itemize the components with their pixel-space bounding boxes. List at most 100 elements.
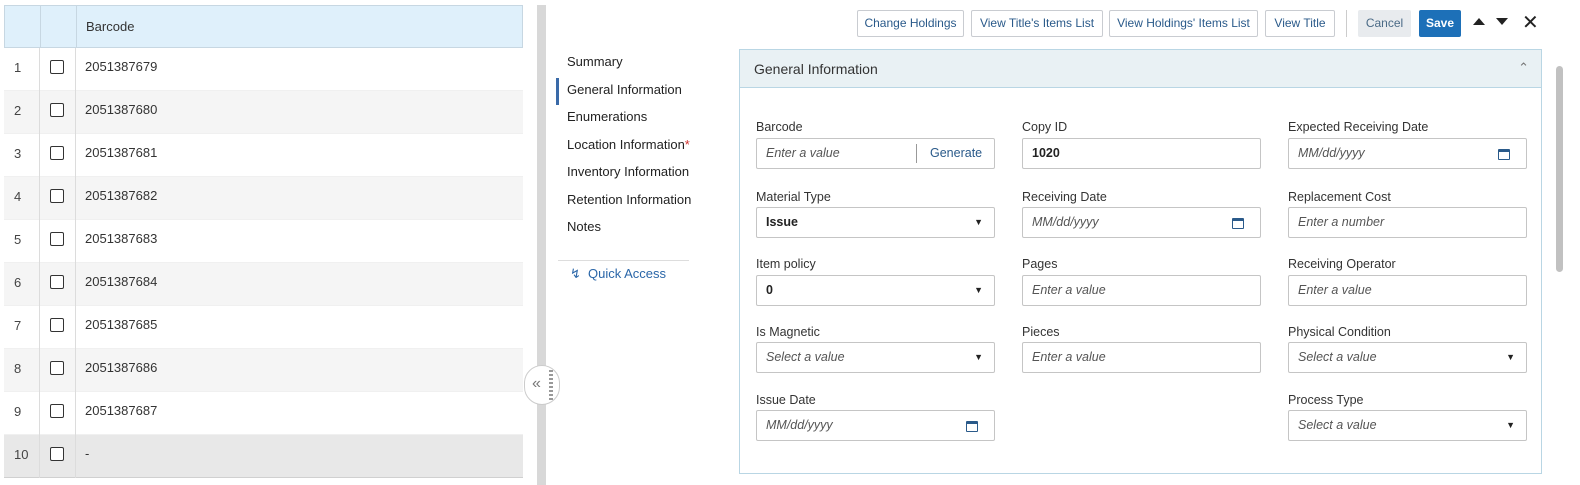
barcode-label: Barcode [756, 120, 803, 134]
material-type-label: Material Type [756, 190, 831, 204]
view-titles-items-list-button[interactable]: View Title's Items List [971, 10, 1103, 37]
nav-item-retention-information[interactable]: Retention Information [556, 188, 696, 216]
view-title-button[interactable]: View Title [1265, 10, 1335, 37]
issue-date-label: Issue Date [756, 393, 816, 407]
row-barcode[interactable]: 2051387681 [85, 134, 157, 172]
row-barcode[interactable]: 2051387685 [85, 306, 157, 344]
row-barcode[interactable]: 2051387680 [85, 91, 157, 129]
table-row[interactable]: 3 2051387681 [4, 134, 523, 177]
nav-item-inventory-information[interactable]: Inventory Information [556, 160, 696, 188]
row-checkbox[interactable] [50, 318, 64, 332]
calendar-icon[interactable] [966, 421, 978, 432]
chevron-up-icon[interactable]: ⌃ [1518, 60, 1529, 76]
row-barcode[interactable]: 2051387683 [85, 220, 157, 258]
table-row[interactable]: 9 2051387687 [4, 392, 523, 435]
row-index: 2 [4, 91, 40, 134]
row-checkbox[interactable] [50, 404, 64, 418]
barcode-column-header[interactable]: Barcode [77, 6, 522, 47]
row-index: 6 [4, 263, 40, 306]
header-select-cell [41, 6, 77, 47]
row-checkbox[interactable] [50, 103, 64, 117]
calendar-icon[interactable] [1232, 218, 1244, 229]
expected-receiving-date-input[interactable]: MM/dd/yyyy [1288, 138, 1527, 169]
nav-item-notes[interactable]: Notes [556, 215, 696, 243]
row-barcode[interactable]: 2051387679 [85, 48, 157, 86]
nav-item-summary[interactable]: Summary [556, 50, 696, 78]
nav-item-general-information[interactable]: General Information [556, 77, 696, 105]
issue-date-input[interactable]: MM/dd/yyyy [756, 410, 995, 441]
change-holdings-button[interactable]: Change Holdings [857, 10, 964, 37]
section-header[interactable]: General Information ⌃ [740, 50, 1541, 88]
items-table: Barcode 1 2051387679 2 2051387680 3 2051… [0, 0, 527, 485]
row-barcode[interactable]: 2051387687 [85, 392, 157, 430]
caret-down-icon: ▼ [974, 352, 983, 362]
barcode-input[interactable]: Enter a value Generate [756, 138, 995, 169]
row-index: 8 [4, 349, 40, 392]
toolbar-separator [1346, 10, 1347, 37]
receiving-date-input[interactable]: MM/dd/yyyy [1022, 207, 1261, 238]
table-row[interactable]: 1 2051387679 [4, 48, 523, 91]
row-checkbox[interactable] [50, 361, 64, 375]
table-header: Barcode [4, 5, 523, 48]
row-barcode[interactable]: 2051387686 [85, 349, 157, 387]
row-index: 4 [4, 177, 40, 220]
expected-receiving-date-label: Expected Receiving Date [1288, 120, 1429, 134]
pages-label: Pages [1022, 257, 1058, 271]
replacement-cost-input[interactable]: Enter a number [1288, 207, 1527, 238]
item-policy-select[interactable]: 0 ▼ [756, 275, 995, 306]
resize-handle[interactable] [549, 370, 553, 400]
generate-barcode-button[interactable]: Generate [930, 146, 982, 160]
is-magnetic-label: Is Magnetic [756, 325, 820, 339]
save-button[interactable]: Save [1419, 10, 1461, 37]
view-holdings-items-list-button[interactable]: View Holdings' Items List [1109, 10, 1258, 37]
row-checkbox[interactable] [50, 275, 64, 289]
section-nav: Summary General Information Enumerations… [556, 50, 696, 243]
table-row[interactable]: 6 2051387684 [4, 263, 523, 306]
nav-item-enumerations[interactable]: Enumerations [556, 105, 696, 133]
row-barcode[interactable]: 2051387682 [85, 177, 157, 215]
panel-divider[interactable] [537, 5, 546, 485]
table-row[interactable]: 2 2051387680 [4, 91, 523, 134]
table-row-selected[interactable]: 10 - [4, 435, 523, 478]
row-checkbox[interactable] [50, 232, 64, 246]
receiving-operator-input[interactable]: Enter a value [1288, 275, 1527, 306]
pieces-input[interactable]: Enter a value [1022, 342, 1261, 373]
is-magnetic-select[interactable]: Select a value ▼ [756, 342, 995, 373]
caret-down-icon: ▼ [1506, 352, 1515, 362]
close-icon[interactable]: ✕ [1522, 11, 1539, 35]
material-type-select[interactable]: Issue ▼ [756, 207, 995, 238]
table-row[interactable]: 4 2051387682 [4, 177, 523, 220]
previous-item-icon[interactable] [1473, 18, 1485, 25]
pieces-label: Pieces [1022, 325, 1060, 339]
lightning-icon: ↯ [570, 266, 581, 281]
calendar-icon[interactable] [1498, 149, 1510, 160]
row-checkbox[interactable] [50, 60, 64, 74]
nav-item-location-information[interactable]: Location Information* [556, 133, 696, 161]
replacement-cost-label: Replacement Cost [1288, 190, 1391, 204]
table-row[interactable]: 8 2051387686 [4, 349, 523, 392]
physical-condition-label: Physical Condition [1288, 325, 1391, 339]
next-item-icon[interactable] [1496, 18, 1508, 25]
row-index: 5 [4, 220, 40, 263]
row-checkbox[interactable] [50, 189, 64, 203]
row-barcode[interactable]: - [85, 435, 89, 473]
copy-id-input[interactable]: 1020 [1022, 138, 1261, 169]
process-type-select[interactable]: Select a value ▼ [1288, 410, 1527, 441]
receiving-operator-label: Receiving Operator [1288, 257, 1396, 271]
table-row[interactable]: 5 2051387683 [4, 220, 523, 263]
row-checkbox[interactable] [50, 447, 64, 461]
caret-down-icon: ▼ [974, 285, 983, 295]
physical-condition-select[interactable]: Select a value ▼ [1288, 342, 1527, 373]
scrollbar-thumb[interactable] [1556, 66, 1563, 272]
row-checkbox[interactable] [50, 146, 64, 160]
pages-input[interactable]: Enter a value [1022, 275, 1261, 306]
copy-id-label: Copy ID [1022, 120, 1068, 134]
section-title: General Information [754, 61, 878, 77]
table-row[interactable]: 7 2051387685 [4, 306, 523, 349]
row-barcode[interactable]: 2051387684 [85, 263, 157, 301]
collapse-panel-button[interactable]: « [524, 365, 560, 405]
quick-access-link[interactable]: ↯ Quick Access [570, 266, 666, 282]
item-policy-label: Item policy [756, 257, 816, 271]
cancel-button[interactable]: Cancel [1358, 10, 1411, 37]
row-index: 1 [4, 48, 40, 91]
